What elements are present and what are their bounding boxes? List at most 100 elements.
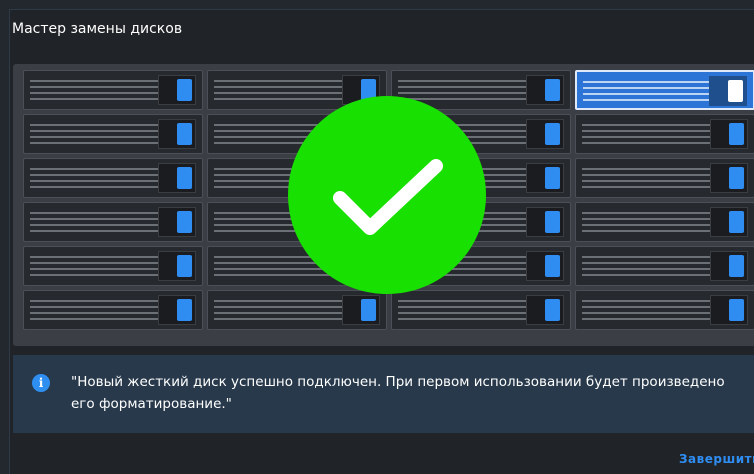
drive-latch (158, 75, 196, 105)
drive-bay-24[interactable] (575, 290, 754, 330)
drive-vent-lines (30, 124, 158, 148)
vent-line (30, 224, 158, 226)
drive-status-led (177, 255, 192, 277)
drive-latch (526, 75, 564, 105)
vent-line (30, 186, 158, 188)
vent-line (30, 268, 158, 270)
drive-latch (710, 295, 748, 325)
vent-line (214, 318, 342, 320)
vent-line (30, 92, 158, 94)
vent-line (582, 274, 710, 276)
vent-line (582, 218, 710, 220)
drive-latch (158, 119, 196, 149)
vent-line (30, 274, 158, 276)
drive-status-led (177, 79, 192, 101)
vent-line (582, 230, 710, 232)
drive-bay-16[interactable] (575, 202, 754, 242)
drive-status-led (361, 299, 376, 321)
drive-status-led (729, 255, 744, 277)
vent-line (30, 130, 158, 132)
drive-vent-lines (582, 256, 710, 280)
vent-line (398, 300, 526, 302)
drive-vent-lines (30, 212, 158, 236)
drive-bay-8[interactable] (575, 114, 754, 154)
drive-bay-5[interactable] (23, 114, 203, 154)
drive-status-led (177, 211, 192, 233)
drive-latch (158, 207, 196, 237)
vent-line (30, 80, 158, 82)
vent-line (582, 268, 710, 270)
vent-line (582, 142, 710, 144)
vent-line (30, 180, 158, 182)
vent-line (582, 186, 710, 188)
vent-line (398, 318, 526, 320)
vent-line (582, 318, 710, 320)
vent-line (214, 92, 342, 94)
vent-line (398, 80, 526, 82)
drive-bay-17[interactable] (23, 246, 203, 286)
vent-line (582, 306, 710, 308)
vent-line (582, 256, 710, 258)
drive-bay-22[interactable] (207, 290, 387, 330)
drive-bay-9[interactable] (23, 158, 203, 198)
vent-line (398, 312, 526, 314)
drive-vent-lines (30, 300, 158, 324)
vent-line (30, 230, 158, 232)
drive-vent-lines (582, 168, 710, 192)
vent-line (582, 212, 710, 214)
drive-status-led (545, 299, 560, 321)
drive-status-led (729, 123, 744, 145)
drive-vent-lines (398, 300, 526, 324)
vent-line (583, 93, 711, 95)
vent-line (30, 218, 158, 220)
drive-bay-1[interactable] (23, 70, 203, 110)
drive-vent-lines (583, 81, 711, 105)
drive-latch (158, 163, 196, 193)
success-indicator (288, 96, 486, 294)
drive-latch (526, 295, 564, 325)
drive-status-led (728, 80, 743, 102)
drive-status-led (177, 299, 192, 321)
vent-line (30, 174, 158, 176)
vent-line (214, 300, 342, 302)
drive-latch (710, 119, 748, 149)
drive-bay-20[interactable] (575, 246, 754, 286)
drive-vent-lines (30, 256, 158, 280)
vent-line (30, 98, 158, 100)
drive-latch (710, 251, 748, 281)
vent-line (30, 86, 158, 88)
checkmark-icon (333, 159, 443, 235)
vent-line (583, 81, 711, 83)
vent-line (30, 300, 158, 302)
drive-latch (158, 295, 196, 325)
drive-latch (709, 76, 747, 106)
drive-vent-lines (30, 168, 158, 192)
vent-line (582, 224, 710, 226)
vent-line (582, 262, 710, 264)
vent-line (214, 86, 342, 88)
vent-line (582, 130, 710, 132)
drive-bay-13[interactable] (23, 202, 203, 242)
vent-line (30, 306, 158, 308)
vent-line (398, 92, 526, 94)
drive-latch (710, 163, 748, 193)
drive-vent-lines (214, 300, 342, 324)
drive-status-led (545, 79, 560, 101)
vent-line (30, 136, 158, 138)
drive-status-led (545, 167, 560, 189)
drive-bay-4[interactable] (575, 70, 754, 110)
vent-line (30, 312, 158, 314)
drive-status-led (729, 211, 744, 233)
drive-latch (526, 163, 564, 193)
drive-latch (526, 251, 564, 281)
drive-vent-lines (30, 80, 158, 104)
vent-line (214, 306, 342, 308)
drive-bay-12[interactable] (575, 158, 754, 198)
drive-bay-23[interactable] (391, 290, 571, 330)
drive-bay-21[interactable] (23, 290, 203, 330)
vent-line (582, 174, 710, 176)
info-panel: i "Новый жесткий диск успешно подключен.… (13, 355, 754, 433)
drive-vent-lines (582, 300, 710, 324)
info-message: "Новый жесткий диск успешно подключен. П… (71, 374, 725, 412)
finish-button[interactable]: Завершить (679, 452, 754, 466)
